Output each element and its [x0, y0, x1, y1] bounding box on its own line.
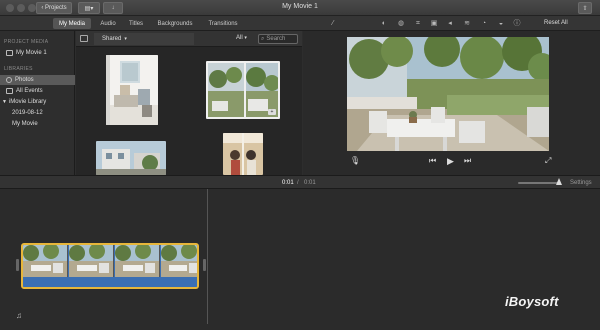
filter-icon[interactable]: ◒: [496, 19, 506, 28]
import-button[interactable]: ↓: [103, 2, 123, 14]
play-button[interactable]: ▶: [447, 156, 454, 167]
timeline-settings-button[interactable]: Settings: [570, 180, 592, 186]
clip-thumbnail: [223, 133, 263, 175]
disclosure-triangle-icon: ▼: [2, 99, 7, 105]
search-icon: ⌕: [261, 35, 265, 42]
clip-frame: [23, 245, 68, 277]
timeline-header: 0:01 / 0:01 Settings: [0, 175, 600, 189]
timecode-total: 0:01: [304, 180, 316, 186]
noise-reduction-icon[interactable]: ≋: [462, 19, 472, 28]
media-browser-icon: ▤▾: [84, 5, 94, 12]
clip-thumbnail: [106, 55, 158, 125]
browser-toolbar: Shared ▾ All ▾ ⌕ Search: [76, 31, 302, 47]
media-browser: Shared ▾ All ▾ ⌕ Search +: [76, 31, 302, 175]
media-clip-selected[interactable]: +: [206, 61, 280, 119]
sidebar-item-event-date[interactable]: 2019-08-12: [0, 108, 75, 118]
chevron-down-icon: ▾: [244, 35, 247, 41]
voiceover-mic-icon[interactable]: 🎙︎: [350, 156, 360, 165]
reset-all-button[interactable]: Reset All: [544, 20, 568, 26]
trim-handle-left[interactable]: [16, 259, 19, 271]
magic-wand-icon[interactable]: ⁄: [328, 19, 338, 28]
skip-back-button[interactable]: ⏮︎: [429, 156, 436, 166]
import-arrow-icon: ↓: [111, 5, 115, 11]
tab-my-media[interactable]: My Media: [53, 18, 91, 29]
libraries-sidebar: PROJECT MEDIA My Movie 1 LIBRARIES Photo…: [0, 31, 75, 175]
preview-image: [347, 37, 549, 151]
film-icon: [6, 50, 13, 56]
zoom-slider-knob[interactable]: [556, 178, 562, 185]
stabilization-icon[interactable]: ▣: [429, 19, 439, 28]
color-balance-icon[interactable]: ◐: [379, 19, 389, 28]
sidebar-item-library[interactable]: ▼ iMovie Library: [0, 97, 75, 107]
playhead[interactable]: [207, 189, 208, 324]
events-icon: [6, 88, 13, 94]
clip-frame: [115, 245, 160, 277]
sidebar-item-all-events[interactable]: All Events: [0, 86, 75, 96]
volume-icon[interactable]: ◂: [445, 19, 455, 28]
tab-titles[interactable]: Titles: [124, 18, 148, 29]
minimize-window-button[interactable]: [17, 4, 25, 12]
share-icon: ⇧: [582, 5, 588, 12]
chevron-down-icon: ▾: [124, 36, 127, 42]
zoom-window-button[interactable]: [28, 4, 36, 12]
media-view-toggle-button[interactable]: ▤▾: [78, 2, 100, 14]
clip-frame: [69, 245, 114, 277]
watermark-logo: iBoysoft: [505, 294, 559, 309]
title-bar: ‹ Projects ▤▾ ↓ My Movie 1 ⇧: [0, 0, 600, 16]
clip-thumbnail: [96, 141, 166, 175]
filter-dropdown[interactable]: All ▾: [236, 35, 247, 41]
project-media-header: PROJECT MEDIA: [4, 39, 49, 45]
clip-frame: [161, 245, 197, 277]
color-correction-icon[interactable]: ◍: [396, 19, 406, 28]
timeline-clip[interactable]: [21, 243, 199, 289]
timecode-current: 0:01: [282, 180, 294, 186]
zoom-slider[interactable]: [518, 182, 560, 184]
skip-forward-button[interactable]: ⏭︎: [464, 156, 471, 166]
photos-icon: [6, 77, 12, 83]
media-clip[interactable]: [106, 55, 158, 125]
media-tab-bar: My Media Audio Titles Backgrounds Transi…: [0, 16, 600, 31]
music-note-icon: ♫: [16, 311, 22, 320]
selection-badge-icon: +: [268, 109, 276, 115]
media-clip[interactable]: [223, 133, 263, 175]
projects-button[interactable]: ‹ Projects: [36, 2, 72, 14]
tab-transitions[interactable]: Transitions: [203, 18, 243, 29]
crop-icon[interactable]: ⌗: [413, 19, 423, 28]
fullscreen-icon[interactable]: ⤢: [545, 156, 551, 166]
sidebar-item-photos[interactable]: Photos: [0, 75, 75, 85]
search-input[interactable]: ⌕ Search: [258, 34, 298, 44]
tab-audio[interactable]: Audio: [95, 18, 121, 29]
speed-icon[interactable]: ◔: [479, 19, 489, 28]
libraries-header: LIBRARIES: [4, 66, 33, 72]
share-button[interactable]: ⇧: [578, 2, 592, 14]
imovie-window: ‹ Projects ▤▾ ↓ My Movie 1 ⇧ My Media Au…: [0, 0, 600, 330]
close-window-button[interactable]: [6, 4, 14, 12]
tab-backgrounds[interactable]: Backgrounds: [153, 18, 197, 29]
trim-handle-right[interactable]: [203, 259, 206, 271]
timecode-separator: /: [297, 180, 299, 186]
sidebar-item-project[interactable]: My Movie 1: [0, 48, 75, 58]
sidebar-item-my-movie[interactable]: My Movie: [0, 119, 75, 129]
breadcrumb[interactable]: Shared ▾: [94, 33, 194, 45]
preview-frame[interactable]: [347, 37, 549, 151]
preview-viewer: 🎙︎ ⏮︎ ▶ ⏭︎ ⤢: [303, 31, 600, 175]
media-clip[interactable]: [96, 141, 166, 175]
sidebar-toggle-icon[interactable]: [80, 35, 88, 42]
info-icon[interactable]: ⓘ: [512, 19, 522, 28]
audio-waveform-bar: [23, 277, 197, 287]
window-title: My Movie 1: [282, 3, 318, 10]
